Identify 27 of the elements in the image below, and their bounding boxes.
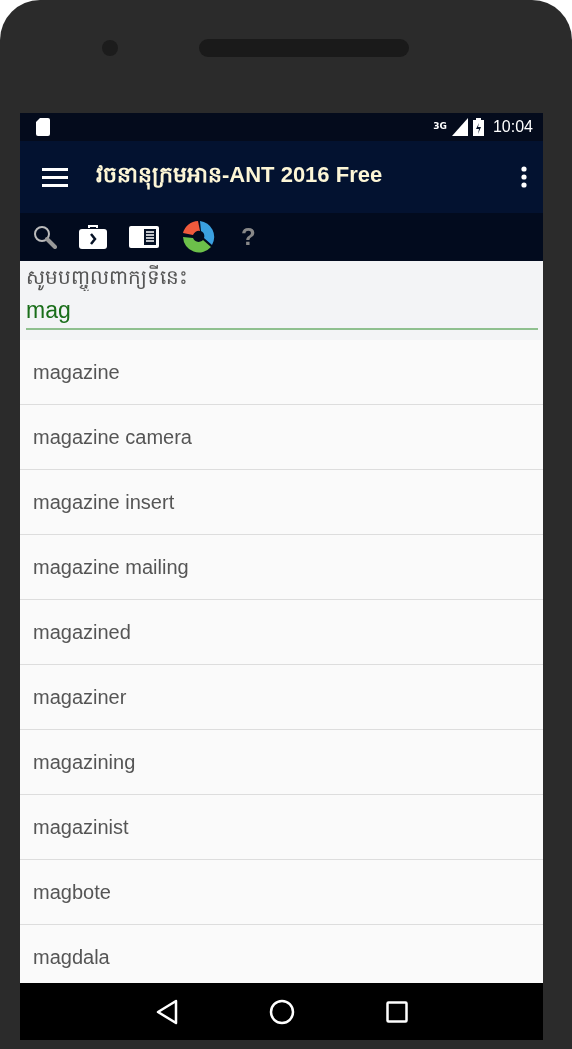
more-options-button[interactable] (521, 166, 527, 188)
result-item[interactable]: magazine insert (20, 470, 543, 535)
result-item[interactable]: magazinist (20, 795, 543, 860)
result-item[interactable]: magaziner (20, 665, 543, 730)
home-icon[interactable] (269, 998, 296, 1025)
result-item[interactable]: magbote (20, 860, 543, 925)
app-title: វចនានុក្រមអាន-ANT 2016 Free (96, 161, 521, 193)
briefcase-icon[interactable] (79, 225, 107, 249)
battery-icon (472, 118, 484, 136)
colorful-logo-icon[interactable] (181, 220, 215, 254)
search-field[interactable]: mag (20, 291, 543, 340)
network-type: 3G (433, 121, 447, 131)
search-icon[interactable] (33, 225, 57, 249)
sd-card-icon (36, 118, 50, 136)
help-icon[interactable]: ? (241, 223, 256, 251)
menu-button[interactable] (42, 167, 68, 187)
signal-icon (451, 118, 468, 136)
result-item[interactable]: magazine (20, 340, 543, 405)
result-item[interactable]: magazine camera (20, 405, 543, 470)
clock: 10:04 (492, 118, 533, 136)
result-item[interactable]: magazining (20, 730, 543, 795)
result-item[interactable]: magazine mailing (20, 535, 543, 600)
search-label: សូមបញ្ចូលពាក្យទីនេះ (20, 261, 543, 291)
book-icon[interactable] (129, 226, 159, 248)
back-icon[interactable] (155, 998, 180, 1025)
recents-icon[interactable] (385, 1000, 408, 1023)
result-item[interactable]: magazined (20, 600, 543, 665)
